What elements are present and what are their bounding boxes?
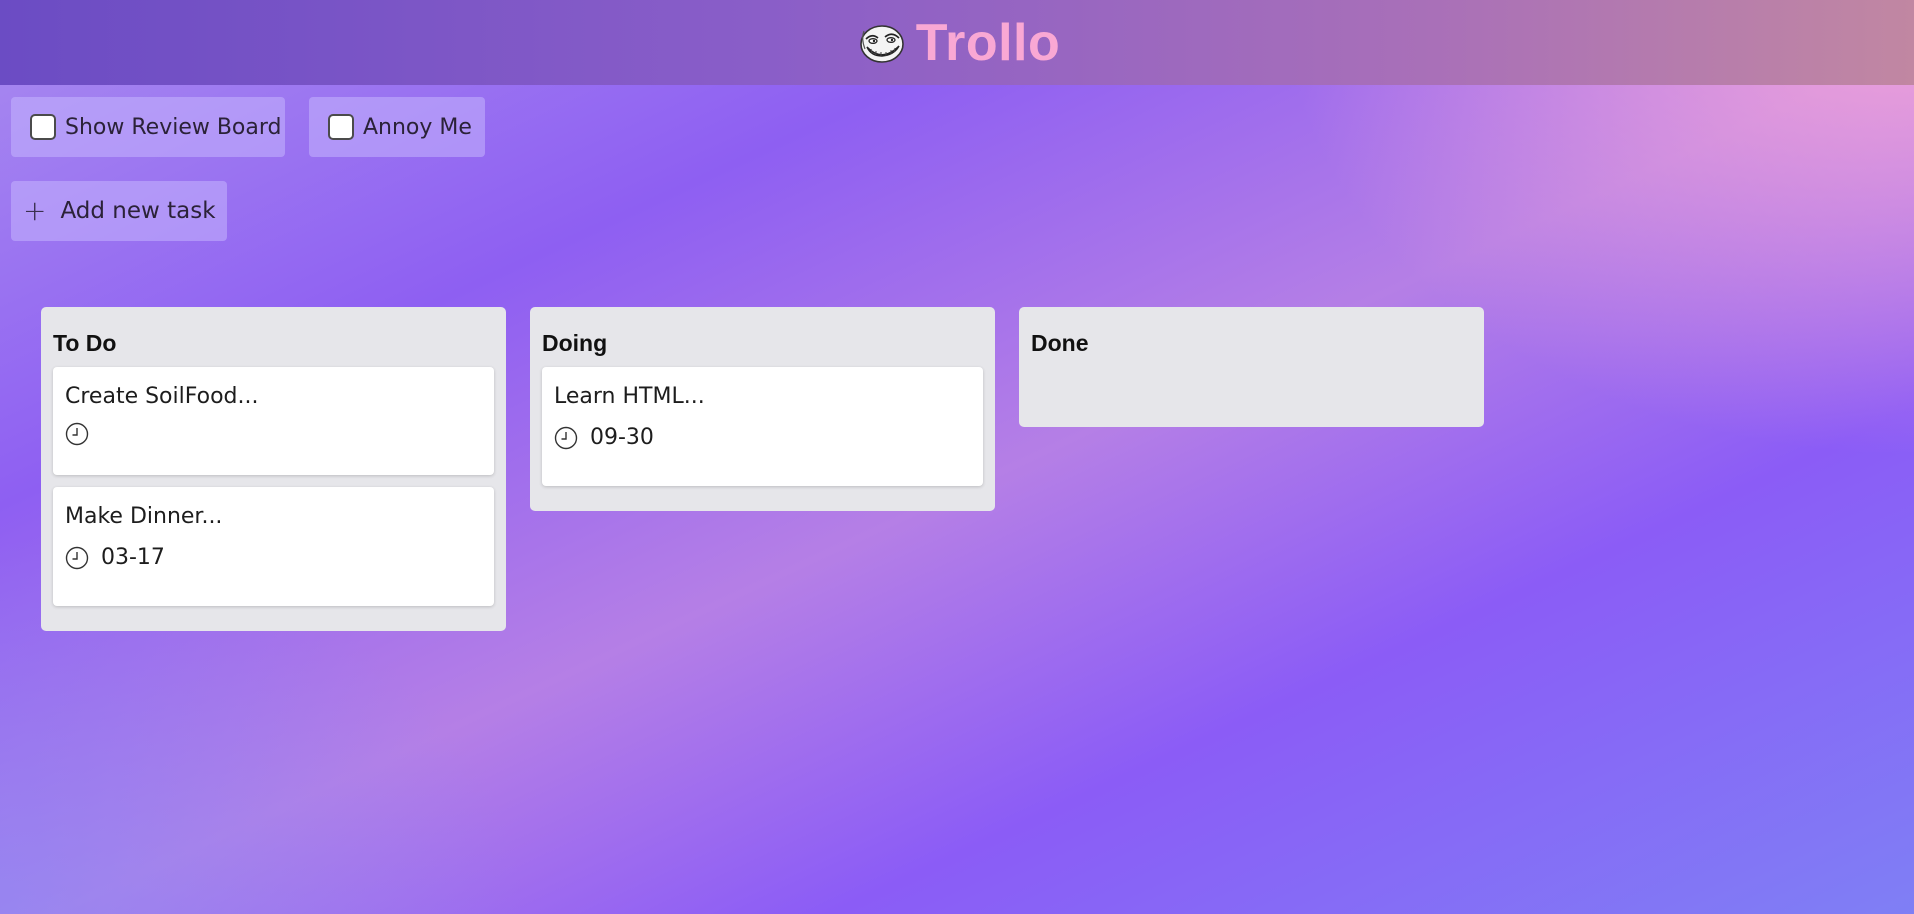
task-title: Create SoilFood... — [65, 384, 259, 409]
column-title: Done — [1031, 330, 1089, 356]
column-doing: Doing Learn HTML... 09-30 — [530, 307, 995, 511]
app-header: Trollo — [0, 0, 1914, 85]
app-title: Trollo — [915, 13, 1061, 72]
brand: Trollo — [858, 17, 1061, 69]
annoy-me-toggle[interactable]: Annoy Me — [309, 97, 485, 157]
task-card[interactable]: Create SoilFood... — [53, 367, 494, 475]
column-done: Done — [1019, 307, 1484, 427]
column-to-do: To Do Create SoilFood... Make Dinner... … — [41, 307, 506, 631]
add-new-task-button[interactable]: + Add new task — [11, 181, 227, 241]
task-date: 09-30 — [590, 425, 654, 450]
clock-icon — [554, 426, 578, 450]
task-title: Make Dinner... — [65, 504, 223, 529]
task-title: Learn HTML... — [554, 384, 705, 409]
show-review-board-checkbox[interactable] — [30, 114, 56, 140]
task-due: 09-30 — [554, 426, 971, 450]
plus-icon: + — [23, 194, 47, 227]
task-card[interactable]: Learn HTML... 09-30 — [542, 367, 983, 486]
annoy-me-checkbox[interactable] — [328, 114, 354, 140]
column-title: Doing — [542, 330, 608, 356]
task-card[interactable]: Make Dinner... 03-17 — [53, 487, 494, 606]
clock-icon — [65, 422, 89, 446]
task-due: 03-17 — [65, 546, 482, 570]
task-due — [65, 422, 482, 446]
show-review-board-label: Show Review Board — [65, 114, 282, 140]
task-date: 03-17 — [101, 545, 165, 570]
show-review-board-toggle[interactable]: Show Review Board — [11, 97, 285, 157]
clock-icon — [65, 546, 89, 570]
annoy-me-label: Annoy Me — [363, 114, 472, 140]
add-new-task-label: Add new task — [60, 198, 216, 224]
troll-face-icon — [859, 24, 904, 63]
column-title: To Do — [53, 330, 117, 356]
